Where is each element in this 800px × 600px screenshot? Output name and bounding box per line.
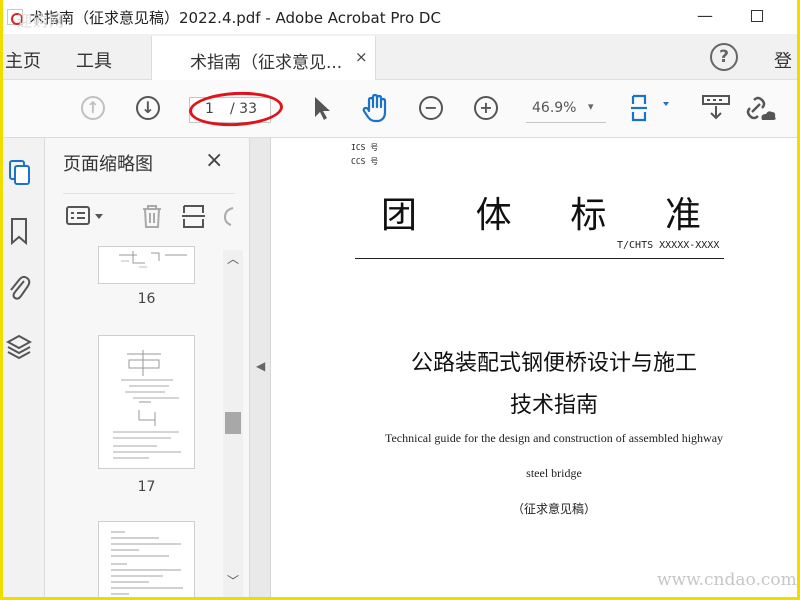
panel-toolbar [63, 193, 235, 233]
panel-splitter[interactable]: ◀ [250, 138, 271, 597]
layers-icon[interactable] [6, 332, 32, 362]
collapse-panel-icon[interactable]: ◀ [256, 359, 265, 373]
delete-page-icon[interactable] [139, 202, 165, 230]
doc-divider [355, 258, 724, 259]
share-link-icon[interactable] [744, 92, 778, 124]
maximize-icon [751, 10, 763, 22]
thumbnail-page-18[interactable] [98, 521, 195, 597]
rotate-page-icon[interactable] [221, 202, 235, 230]
chevron-down-icon: ▾ [588, 100, 594, 113]
thumbnail-page-17[interactable] [98, 335, 195, 469]
doc-title-cn-2: 技术指南 [509, 393, 598, 418]
page-fit-icon[interactable] [629, 92, 673, 124]
zoom-out-icon[interactable]: − [419, 96, 443, 120]
acrobat-window: 术指南（征求意见稿）2022.4.pdf - Adobe Acrobat Pro… [3, 0, 797, 597]
tab-document[interactable]: 术指南（征求意见... × [151, 36, 376, 80]
doc-standard-heading: 团 体 标 准 [381, 186, 701, 238]
panel-close-icon[interactable]: × [205, 148, 223, 173]
insert-page-icon[interactable] [181, 202, 207, 230]
thumbnail-list: 16 17 [45, 246, 223, 597]
login-button[interactable]: 登 [774, 47, 792, 73]
thumbnail-page-16[interactable] [98, 246, 195, 284]
chevron-up-icon[interactable]: ︿ [227, 250, 239, 267]
chevron-down-icon[interactable]: ﹀ [227, 572, 239, 589]
page-thumbnails-icon[interactable] [6, 158, 32, 188]
select-cursor-icon[interactable] [310, 94, 332, 122]
doc-standard-char: 标 [570, 195, 607, 236]
tab-document-label: 术指南（征求意见... [190, 53, 343, 73]
page-display-icon[interactable] [700, 92, 734, 124]
window-title: 术指南（征求意见稿）2022.4.pdf - Adobe Acrobat Pro… [29, 8, 441, 27]
thumbnail-scrollbar[interactable]: ︿ ﹀ [223, 250, 243, 597]
thumbnail-options-icon[interactable] [65, 204, 109, 228]
doc-title-cn: 公路装配式钢便桥设计与施工 [410, 351, 697, 376]
doc-standard-char: 团 [381, 195, 418, 236]
page-18-preview [111, 531, 183, 595]
zoom-value: 46.9% [532, 100, 577, 116]
attachments-icon[interactable] [6, 272, 32, 302]
watermark-top: 迎购网 [17, 12, 66, 30]
arrow-up-icon[interactable]: ↑ [81, 96, 105, 120]
zoom-select[interactable]: 46.9% ▾ [526, 97, 606, 123]
tab-home[interactable]: 主页 [5, 47, 41, 73]
thumbnail-panel: 页面缩略图 × 16 17 ︿ ﹀ [45, 138, 250, 597]
hand-tool-icon[interactable] [360, 92, 392, 124]
page-16-preview [119, 251, 187, 268]
arrow-down-icon[interactable]: ↓ [136, 96, 160, 120]
bookmarks-icon[interactable] [6, 216, 32, 246]
toolbar: ↑ ↓ 1 / 33 − + 46.9% ▾ [3, 80, 797, 138]
doc-ccs: CCS 号 [351, 157, 379, 166]
tab-close-icon[interactable]: × [355, 48, 368, 66]
title-bar: 术指南（征求意见稿）2022.4.pdf - Adobe Acrobat Pro… [3, 0, 797, 34]
doc-standard-code: T/CHTS XXXXX-XXXX [617, 240, 720, 251]
doc-draft-note: （征求意见稿） [511, 502, 596, 516]
scrollbar-thumb[interactable] [225, 412, 241, 434]
thumbnail-label: 16 [137, 291, 156, 307]
panel-title: 页面缩略图 [63, 154, 153, 175]
page-17-preview [113, 350, 181, 459]
zoom-in-icon[interactable]: + [474, 96, 498, 120]
document-page: ICS 号 CCS 号 团 体 标 准 T/CHTS XXXXX-XXXX 公路… [271, 138, 797, 597]
watermark-bottom: www.cndao.com [657, 570, 797, 590]
doc-title-en: Technical guide for the design and const… [384, 431, 724, 445]
tab-bar: 主页 工具 术指南（征求意见... × ? 登 [3, 34, 797, 80]
doc-ics: ICS 号 [351, 143, 379, 152]
maximize-button[interactable] [745, 6, 769, 26]
help-icon[interactable]: ? [710, 43, 738, 71]
minimize-button[interactable]: — [693, 6, 717, 26]
doc-standard-char: 准 [664, 195, 701, 236]
doc-standard-char: 体 [475, 195, 512, 236]
navigation-rail [3, 138, 45, 597]
tab-tools[interactable]: 工具 [76, 47, 112, 73]
doc-title-en-2: steel bridge [526, 466, 582, 480]
thumbnail-label: 17 [137, 479, 156, 495]
